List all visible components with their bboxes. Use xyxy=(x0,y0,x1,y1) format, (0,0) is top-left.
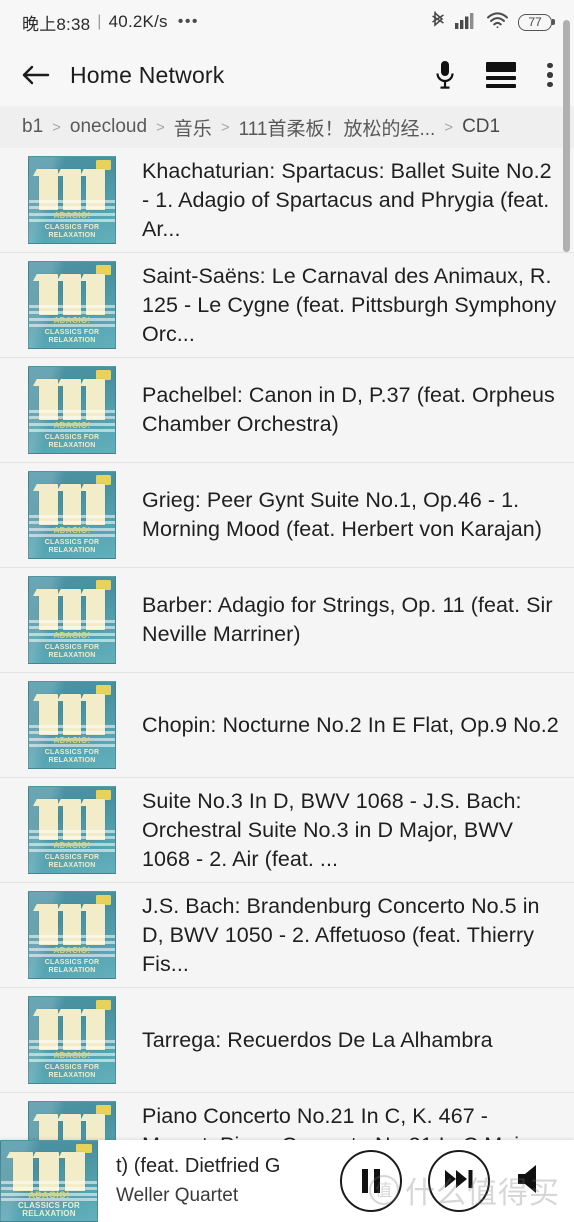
track-title: Grieg: Peer Gynt Suite No.1, Op.46 - 1. … xyxy=(142,488,542,541)
back-arrow-icon[interactable] xyxy=(20,59,52,91)
track-row[interactable]: ADAGIO! CLASSICS FOR RELAXATION J.S. Bach:… xyxy=(0,883,574,988)
track-row[interactable]: ADAGIO! CLASSICS FOR RELAXATION Suite No.3… xyxy=(0,778,574,883)
phone-screen: 晚上8:38 | 40.2K/s ••• 77 Home Network b1 … xyxy=(0,0,574,1222)
breadcrumb-separator: > xyxy=(52,118,61,136)
list-view-icon[interactable] xyxy=(486,62,516,89)
track-title: Suite No.3 In D, BWV 1068 - J.S. Bach: O… xyxy=(142,788,522,871)
album-art-line1: ADAGIO! xyxy=(53,631,91,641)
track-row[interactable]: ADAGIO! CLASSICS FOR RELAXATION Chopin: No… xyxy=(0,673,574,778)
track-title: Pachelbel: Canon in D, P.37 (feat. Orphe… xyxy=(142,383,555,436)
breadcrumb-item-1[interactable]: onecloud xyxy=(70,116,147,138)
album-art: ADAGIO! CLASSICS FOR RELAXATION xyxy=(28,891,116,979)
breadcrumb-separator: > xyxy=(156,118,165,136)
status-netspeed: 40.2K/s xyxy=(108,12,168,31)
next-track-button[interactable] xyxy=(428,1150,490,1212)
status-bar: 晚上8:38 | 40.2K/s ••• 77 xyxy=(0,0,574,44)
album-art-line1: ADAGIO! xyxy=(53,211,91,221)
track-title: J.S. Bach: Brandenburg Concerto No.5 in … xyxy=(142,893,540,976)
album-art-line2: CLASSICS FOR RELAXATION xyxy=(44,1063,100,1079)
album-art-line1: ADAGIO! xyxy=(53,526,91,536)
now-playing-bar: ADAGIO! CLASSICS FOR RELAXATION t) (feat… xyxy=(0,1140,574,1222)
breadcrumb-separator: > xyxy=(220,118,230,136)
pause-button[interactable] xyxy=(340,1150,402,1212)
album-art: ADAGIO! CLASSICS FOR RELAXATION xyxy=(28,366,116,454)
album-art-line1: ADAGIO! xyxy=(53,946,91,956)
album-art: ADAGIO! CLASSICS FOR RELAXATION xyxy=(28,261,116,349)
list-scrollbar[interactable] xyxy=(563,20,570,252)
album-art-line2: CLASSICS FOR RELAXATION xyxy=(44,328,100,344)
album-art-line1: ADAGIO! xyxy=(28,1190,70,1201)
track-title: Tarrega: Recuerdos De La Alhambra xyxy=(142,1027,493,1052)
album-art-line2: CLASSICS FOR RELAXATION xyxy=(44,958,100,974)
breadcrumb-item-4[interactable]: CD1 xyxy=(462,116,500,138)
pause-icon xyxy=(362,1169,380,1193)
album-art-line1: ADAGIO! xyxy=(53,1051,91,1061)
now-playing-album-art[interactable]: ADAGIO! CLASSICS FOR RELAXATION xyxy=(0,1140,98,1222)
more-vertical-icon[interactable] xyxy=(546,62,554,88)
album-art-line1: ADAGIO! xyxy=(53,841,91,851)
player-controls xyxy=(340,1150,574,1212)
album-art-line1: ADAGIO! xyxy=(53,421,91,431)
track-row[interactable]: ADAGIO! CLASSICS FOR RELAXATION Saint-Saën… xyxy=(0,253,574,358)
status-overflow-dots: ••• xyxy=(177,13,200,30)
status-bar-right: 77 xyxy=(431,10,555,34)
album-art-line2: CLASSICS FOR RELAXATION xyxy=(44,748,100,764)
now-playing-title: t) (feat. Dietfried G xyxy=(116,1155,281,1177)
status-time: 晚上8:38 xyxy=(22,14,91,34)
album-art: ADAGIO! CLASSICS FOR RELAXATION xyxy=(28,471,116,559)
app-bar-actions xyxy=(434,60,554,90)
now-playing-meta: t) (feat. Dietfried G Weller Quartet xyxy=(116,1151,316,1211)
breadcrumb-item-2[interactable]: 音乐 xyxy=(174,114,212,141)
track-list[interactable]: ADAGIO! CLASSICS FOR RELAXATION Khachaturi… xyxy=(0,148,574,1222)
wifi-icon xyxy=(486,11,509,34)
volume-speaker-icon xyxy=(516,1164,552,1199)
album-art-line2: CLASSICS FOR RELAXATION xyxy=(44,643,100,659)
track-title: Chopin: Nocturne No.2 In E Flat, Op.9 No… xyxy=(142,712,559,737)
track-title: Saint-Saëns: Le Carnaval des Animaux, R.… xyxy=(142,263,557,346)
album-art-line2: CLASSICS FOR RELAXATION xyxy=(18,1200,80,1218)
page-title: Home Network xyxy=(70,61,225,88)
status-separator: | xyxy=(97,13,102,30)
bluetooth-icon xyxy=(431,10,446,34)
breadcrumb-item-3[interactable]: 111首柔板！放松的经... xyxy=(239,114,436,141)
battery-indicator: 77 xyxy=(518,13,555,31)
album-art-line1: ADAGIO! xyxy=(53,736,91,746)
breadcrumb: b1 > onecloud > 音乐 > 111首柔板！放松的经... > CD… xyxy=(0,106,574,148)
microphone-icon[interactable] xyxy=(434,60,456,90)
breadcrumb-item-0[interactable]: b1 xyxy=(22,116,43,138)
status-bar-left: 晚上8:38 | 40.2K/s ••• xyxy=(22,10,199,35)
track-title: Khachaturian: Spartacus: Ballet Suite No… xyxy=(142,158,552,241)
track-title: Barber: Adagio for Strings, Op. 11 (feat… xyxy=(142,593,553,646)
album-art-line2: CLASSICS FOR RELAXATION xyxy=(44,223,100,239)
album-art-line2: CLASSICS FOR RELAXATION xyxy=(44,853,100,869)
album-art: ADAGIO! CLASSICS FOR RELAXATION xyxy=(28,156,116,244)
album-art: ADAGIO! CLASSICS FOR RELAXATION xyxy=(28,786,116,874)
breadcrumb-separator: > xyxy=(444,118,454,136)
album-art-line2: CLASSICS FOR RELAXATION xyxy=(44,538,100,554)
track-row[interactable]: ADAGIO! CLASSICS FOR RELAXATION Grieg: Pee… xyxy=(0,463,574,568)
album-art: ADAGIO! CLASSICS FOR RELAXATION xyxy=(28,996,116,1084)
next-track-icon xyxy=(444,1168,474,1195)
track-row[interactable]: ADAGIO! CLASSICS FOR RELAXATION Pachelbel:… xyxy=(0,358,574,463)
album-art-line1: ADAGIO! xyxy=(53,316,91,326)
volume-button[interactable] xyxy=(516,1163,552,1200)
app-bar: Home Network xyxy=(0,44,574,106)
album-art: ADAGIO! CLASSICS FOR RELAXATION xyxy=(28,576,116,664)
now-playing-artist: Weller Quartet xyxy=(116,1185,239,1206)
album-art: ADAGIO! CLASSICS FOR RELAXATION xyxy=(28,681,116,769)
cellular-signal-icon xyxy=(455,11,477,34)
album-art-line2: CLASSICS FOR RELAXATION xyxy=(44,433,100,449)
track-row[interactable]: ADAGIO! CLASSICS FOR RELAXATION Barber: Ad… xyxy=(0,568,574,673)
track-row[interactable]: ADAGIO! CLASSICS FOR RELAXATION Khachaturi… xyxy=(0,148,574,253)
track-row[interactable]: ADAGIO! CLASSICS FOR RELAXATION Tarrega: R… xyxy=(0,988,574,1093)
